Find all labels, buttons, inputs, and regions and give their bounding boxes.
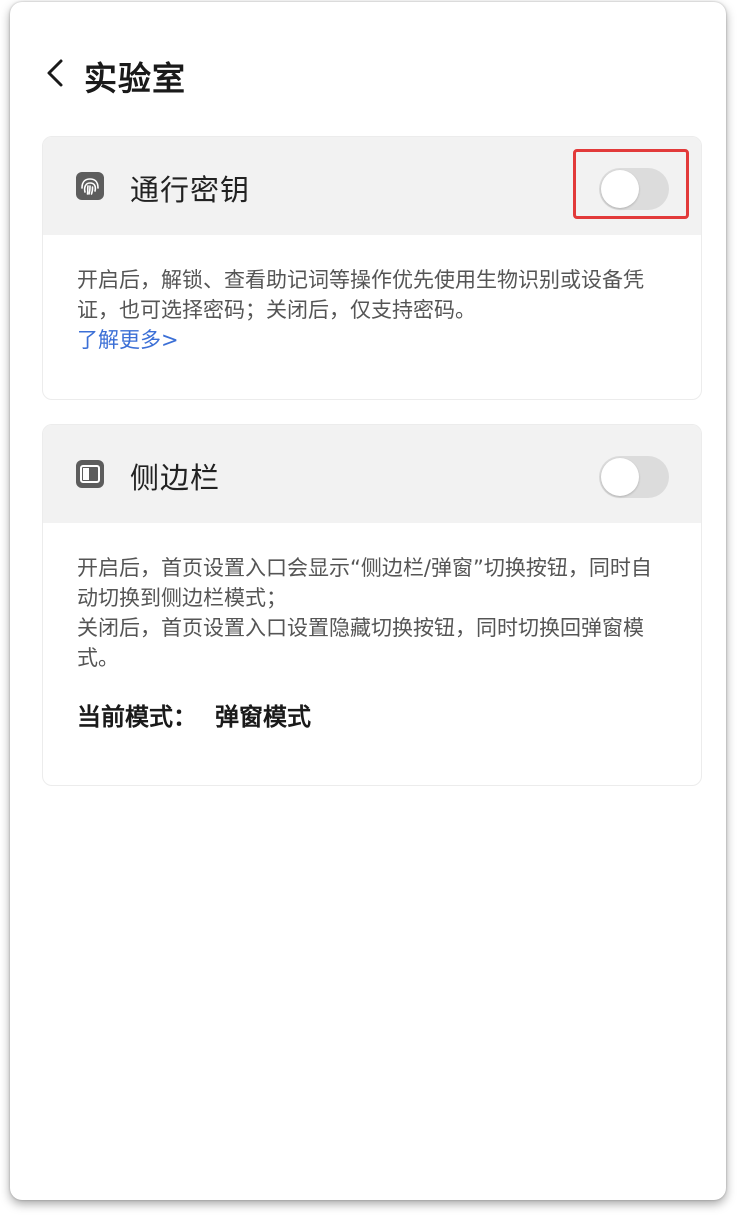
header: 实验室	[10, 42, 726, 106]
current-mode-label: 当前模式：	[77, 703, 197, 731]
sidebar-panel-icon	[76, 460, 104, 488]
passkey-description: 开启后，解锁、查看助记词等操作优先使用生物识别或设备凭证，也可选择密码；关闭后，…	[77, 268, 644, 322]
sidebar-card-body: 开启后，首页设置入口会显示“侧边栏/弹窗”切换按钮，同时自动切换到侧边栏模式； …	[43, 523, 701, 764]
sidebar-card: 侧边栏 开启后，首页设置入口会显示“侧边栏/弹窗”切换按钮，同时自动切换到侧边栏…	[42, 424, 702, 786]
current-mode-row: 当前模式： 弹窗模式	[77, 697, 667, 732]
sidebar-title: 侧边栏	[130, 461, 221, 495]
sidebar-toggle[interactable]	[599, 456, 669, 498]
passkey-card: 通行密钥 开启后，解锁、查看助记词等操作优先使用生物识别或设备凭证，也可选择密码…	[42, 136, 702, 400]
sidebar-description-off: 关闭后，首页设置入口设置隐藏切换按钮，同时切换回弹窗模式。	[77, 616, 644, 670]
passkey-card-body: 开启后，解锁、查看助记词等操作优先使用生物识别或设备凭证，也可选择密码；关闭后，…	[43, 235, 701, 387]
toggle-knob	[601, 170, 639, 208]
sidebar-card-header: 侧边栏	[43, 425, 701, 523]
current-mode-value: 弹窗模式	[215, 703, 311, 731]
back-button[interactable]	[40, 56, 74, 90]
app-window: 实验室 通行密钥 开启后，解锁、查看助记词等操作优先使用生物识别或设备凭证，也可…	[10, 2, 726, 1200]
passkey-toggle[interactable]	[599, 168, 669, 210]
fingerprint-icon	[76, 172, 104, 200]
toggle-knob	[601, 458, 639, 496]
passkey-card-header: 通行密钥	[43, 137, 701, 235]
chevron-left-icon	[47, 59, 63, 87]
passkey-title: 通行密钥	[130, 173, 251, 207]
learn-more-link[interactable]: 了解更多>	[77, 325, 179, 355]
page-title: 实验室	[84, 59, 186, 98]
sidebar-description-on: 开启后，首页设置入口会显示“侧边栏/弹窗”切换按钮，同时自动切换到侧边栏模式；	[77, 556, 652, 610]
